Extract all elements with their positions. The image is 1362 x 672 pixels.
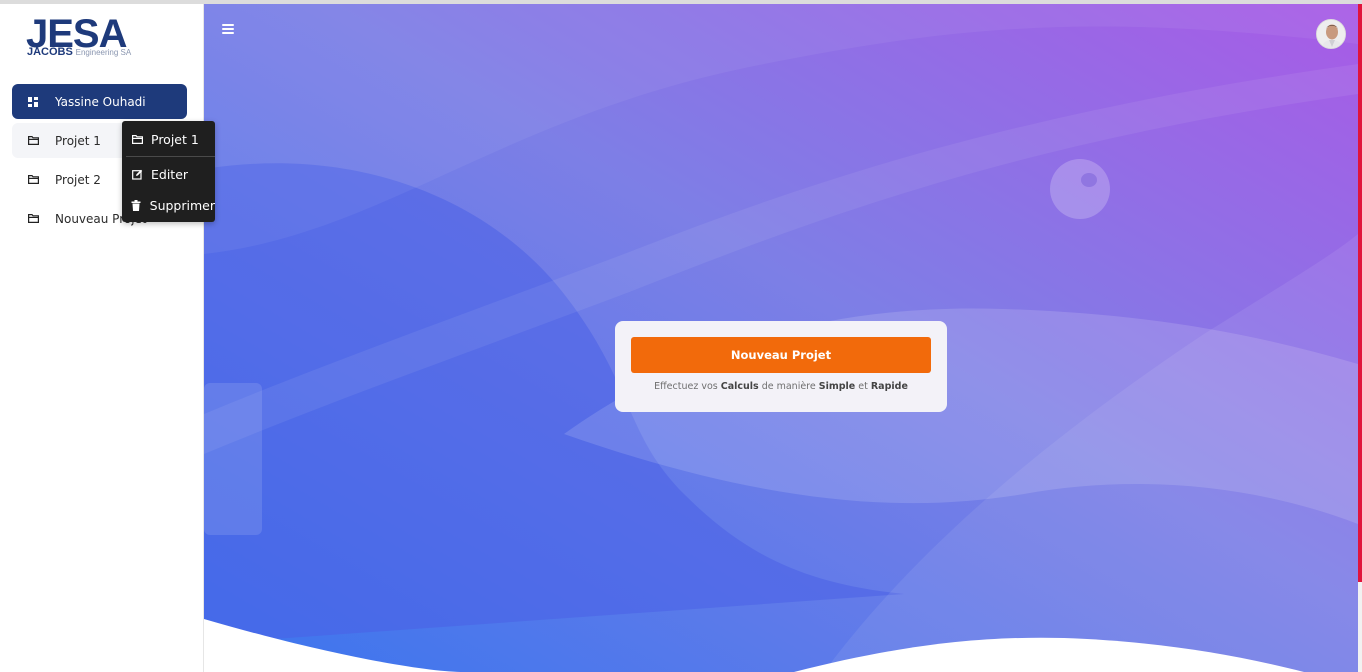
user-avatar[interactable] <box>1316 19 1346 49</box>
right-scroll-track <box>1358 582 1362 672</box>
sidebar-item-user[interactable]: Yassine Ouhadi <box>12 84 187 119</box>
popup-edit-label: Editer <box>151 166 189 182</box>
tagline-text-1: Effectuez vos <box>654 381 721 392</box>
sidebar: JESA JACOBS Engineering SA Yassine Ouhad… <box>0 4 204 672</box>
tagline-bold-simple: Simple <box>818 381 856 392</box>
logo-sub-text: Engineering SA <box>75 48 132 57</box>
popup-title: Projet 1 <box>151 131 199 147</box>
logo-sub-bold: JACOBS <box>27 46 73 58</box>
sidebar-item-label: Yassine Ouhadi <box>55 94 146 109</box>
logo-subtitle: JACOBS Engineering SA <box>27 46 131 59</box>
popup-divider <box>126 156 215 157</box>
right-accent-bar <box>1358 4 1362 582</box>
popup-edit-item[interactable]: Editer <box>122 165 215 183</box>
new-project-card: Nouveau Projet Effectuez vos Calculs de … <box>615 321 947 412</box>
folder-icon <box>130 134 144 144</box>
tagline: Effectuez vos Calculs de manière Simple … <box>615 381 947 392</box>
new-project-button[interactable]: Nouveau Projet <box>631 337 931 373</box>
popup-title-row[interactable]: Projet 1 <box>122 131 215 147</box>
tagline-text-3: et <box>855 381 871 392</box>
jesa-logo[interactable]: JESA JACOBS Engineering SA <box>26 14 138 62</box>
main-content: Nouveau Projet Effectuez vos Calculs de … <box>204 4 1358 672</box>
tagline-text-2: de manière <box>758 381 819 392</box>
popup-delete-label: Supprimer <box>149 197 215 213</box>
trash-icon <box>130 199 143 211</box>
folder-icon <box>25 211 41 227</box>
folder-icon <box>25 133 41 149</box>
popup-delete-item[interactable]: Supprimer <box>122 196 215 214</box>
tagline-bold-rapide: Rapide <box>870 381 908 392</box>
sidebar-item-label: Projet 2 <box>55 172 101 187</box>
edit-icon <box>130 169 144 180</box>
app: JESA JACOBS Engineering SA Yassine Ouhad… <box>0 0 1362 672</box>
menu-toggle-icon[interactable] <box>222 24 234 34</box>
dashboard-icon <box>25 94 41 110</box>
folder-icon <box>25 172 41 188</box>
tagline-bold-calculs: Calculs <box>720 381 759 392</box>
project-context-menu: Projet 1 Editer Supprimer <box>122 121 215 222</box>
sidebar-item-label: Projet 1 <box>55 133 101 148</box>
